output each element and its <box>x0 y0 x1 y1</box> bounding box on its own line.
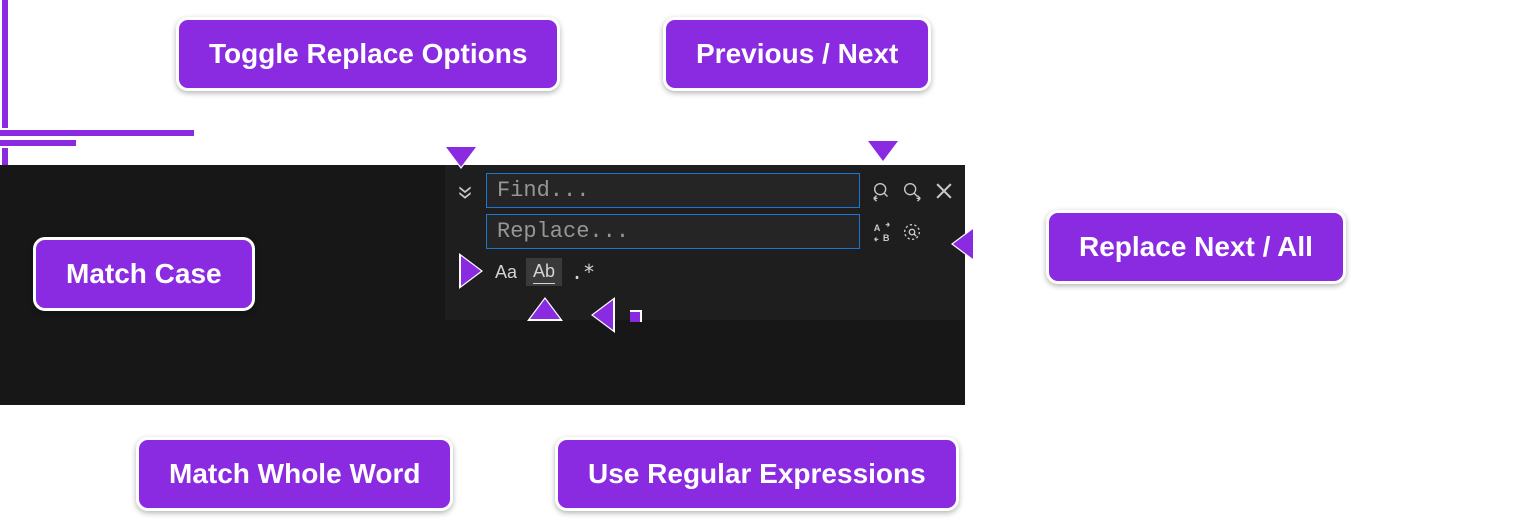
arrow-shaft <box>0 0 10 68</box>
arrow-shaft <box>0 68 10 128</box>
arrow-head <box>446 147 476 167</box>
match-case-toggle[interactable]: Aa <box>490 258 522 286</box>
find-input[interactable] <box>486 173 860 208</box>
callout-previous-next: Previous / Next <box>663 17 931 91</box>
svg-text:B: B <box>883 233 890 243</box>
next-match-button[interactable] <box>898 177 926 205</box>
double-chevron-down-icon <box>456 183 474 201</box>
close-button[interactable] <box>930 177 958 205</box>
replace-next-icon: A B <box>871 221 893 243</box>
callout-match-case: Match Case <box>33 237 255 311</box>
arrow-shaft <box>0 128 194 138</box>
use-regex-toggle[interactable]: .* <box>568 258 598 286</box>
arrow-head <box>530 299 560 319</box>
replace-next-button[interactable]: A B <box>868 218 896 246</box>
replace-all-icon <box>901 221 923 243</box>
arrow-head <box>461 256 481 286</box>
replace-input[interactable] <box>486 214 860 249</box>
svg-text:A: A <box>874 223 881 233</box>
arrow-corner <box>630 310 642 322</box>
arrow-head <box>868 141 898 161</box>
callout-toggle-replace: Toggle Replace Options <box>176 17 560 91</box>
search-previous-icon <box>871 180 893 202</box>
arrow-head <box>593 300 613 330</box>
toggle-replace-button[interactable] <box>455 182 475 202</box>
match-whole-word-toggle[interactable]: Ab <box>526 258 562 286</box>
callout-replace-next-all: Replace Next / All <box>1046 210 1346 284</box>
previous-match-button[interactable] <box>868 177 896 205</box>
callout-match-whole-word: Match Whole Word <box>136 437 453 511</box>
search-next-icon <box>901 180 923 202</box>
match-word-label: Ab <box>533 261 555 284</box>
arrow-shaft <box>0 138 76 148</box>
arrow-head <box>953 229 973 259</box>
close-icon <box>933 180 955 202</box>
replace-all-button[interactable] <box>898 218 926 246</box>
callout-use-regex: Use Regular Expressions <box>555 437 959 511</box>
